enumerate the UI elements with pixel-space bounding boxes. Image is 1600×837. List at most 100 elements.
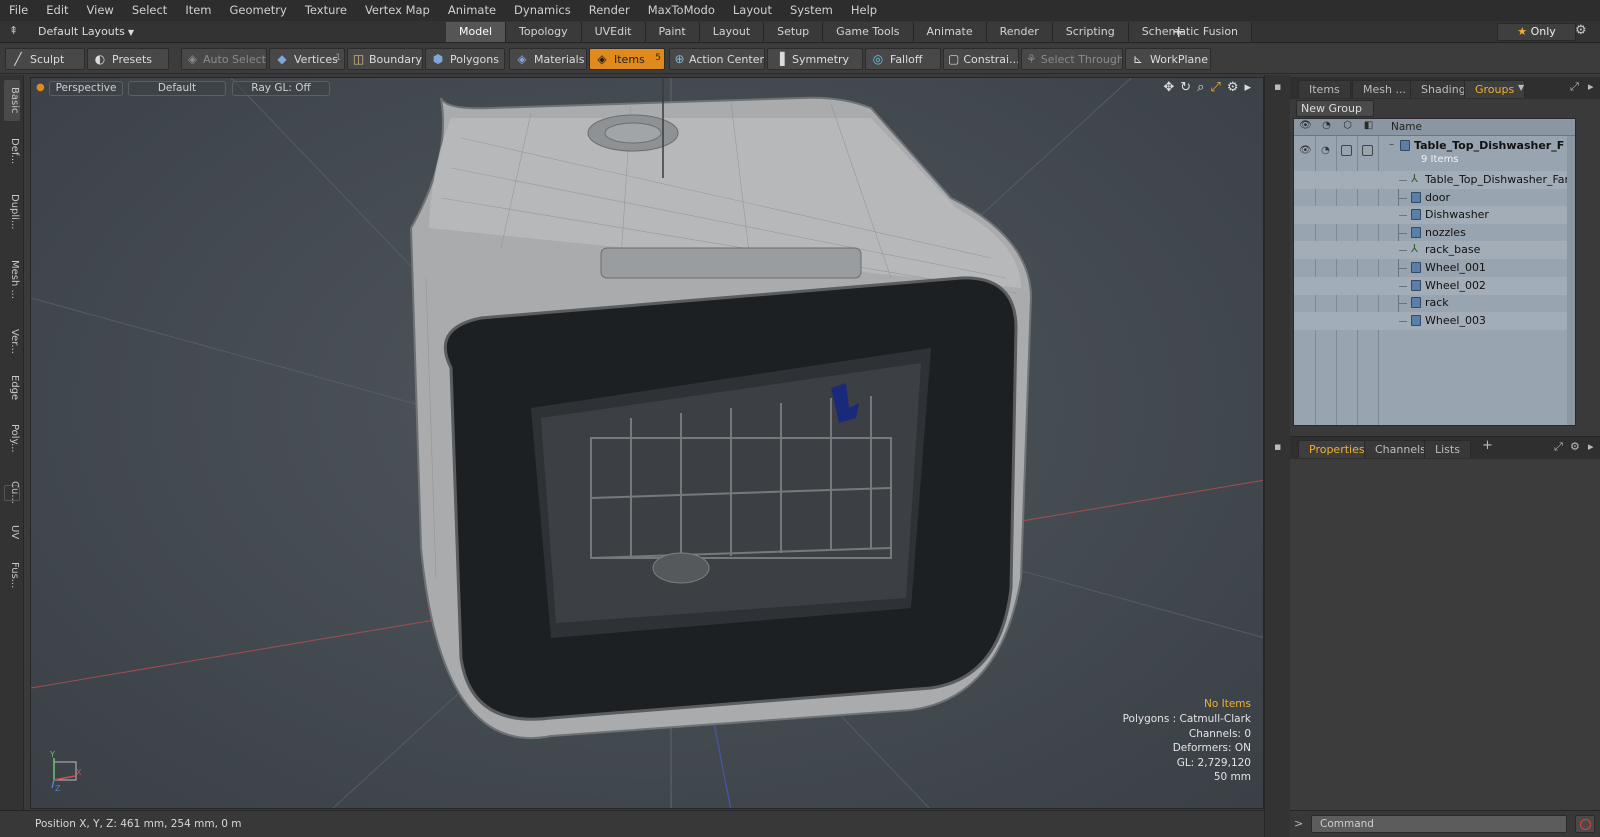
menu-file[interactable]: File — [0, 0, 37, 21]
menu-item[interactable]: Item — [176, 0, 220, 21]
gear-icon[interactable]: ⚙ — [1570, 440, 1580, 453]
left-tab-5[interactable]: Edge — [4, 371, 20, 405]
panel-tab-lists[interactable]: Lists — [1424, 440, 1471, 458]
name-column-header[interactable]: Name — [1391, 121, 1422, 133]
tree-row-rack-base[interactable]: ⅄ rack_base — [1294, 241, 1575, 260]
tree-row-dishwasher[interactable]: Dishwasher — [1294, 206, 1575, 225]
layout-selector[interactable]: Default Layouts ▼ — [30, 23, 170, 41]
menu-dynamics[interactable]: Dynamics — [505, 0, 580, 21]
menu-render[interactable]: Render — [580, 0, 639, 21]
tab-schematic-fusion[interactable]: Schematic Fusion — [1128, 22, 1253, 42]
polygons-button[interactable]: ⬢ Polygons — [425, 48, 505, 70]
viewport-menu-icon[interactable]: ● — [36, 82, 45, 93]
menu-help[interactable]: Help — [842, 0, 886, 21]
tree-row-nozzles[interactable]: nozzles — [1294, 224, 1575, 242]
zoom-view-icon[interactable]: ⌕ — [1197, 80, 1204, 95]
tab-uvedit[interactable]: UVEdit — [581, 22, 646, 42]
tab-render[interactable]: Render — [986, 22, 1053, 42]
menu-view[interactable]: View — [78, 0, 123, 21]
render-toggle-icon[interactable]: ◔ — [1320, 145, 1331, 156]
materials-button[interactable]: ◈ Materials — [509, 48, 587, 70]
lock-toggle[interactable] — [1341, 145, 1352, 156]
left-tab-9[interactable]: Fus... — [4, 551, 20, 599]
rotate-view-icon[interactable]: ↻ — [1180, 80, 1191, 95]
tab-paint[interactable]: Paint — [645, 22, 700, 42]
raygl-button[interactable]: Ray GL: Off — [232, 81, 330, 96]
menu-system[interactable]: System — [781, 0, 842, 21]
lock-column-icon[interactable]: ⬡ — [1338, 120, 1357, 134]
visibility-toggle-icon[interactable]: 👁 — [1299, 145, 1312, 156]
tree-row-wheel-003[interactable]: Wheel_003 — [1294, 311, 1575, 330]
expand-arrow-icon[interactable]: ▸ — [1588, 440, 1594, 453]
panel-tab-mesh[interactable]: Mesh ... — [1352, 80, 1417, 98]
maximize-panel-icon[interactable]: ⤢ — [1570, 80, 1579, 94]
tab-layout[interactable]: Layout — [699, 22, 765, 42]
menu-geometry[interactable]: Geometry — [221, 0, 296, 21]
left-tab-4[interactable]: Ver... — [4, 317, 20, 365]
symmetry-button[interactable]: ▐ Symmetry — [767, 48, 863, 70]
tree-row-wheel-001[interactable]: Wheel_001 — [1294, 259, 1575, 277]
panel-tab-groups[interactable]: Groups — [1464, 80, 1526, 98]
3d-viewport[interactable]: ● Perspective Default Ray GL: Off ✥ ↻ ⌕ … — [30, 77, 1264, 809]
tree-scrollbar[interactable] — [1567, 136, 1575, 425]
tab-game-tools[interactable]: Game Tools — [823, 22, 914, 42]
tree-row-table-top-dishwasher-far[interactable]: ⅄ Table_Top_Dishwasher_Far ... — [1294, 171, 1575, 189]
sculpt-button[interactable]: ╱ Sculpt — [5, 48, 85, 70]
move-view-icon[interactable]: ✥ — [1163, 80, 1174, 95]
menu-texture[interactable]: Texture — [296, 0, 356, 21]
menu-layout[interactable]: Layout — [724, 0, 781, 21]
left-tab-2[interactable]: Dupli... — [4, 181, 20, 243]
menu-maxtomodo[interactable]: MaxToModo — [639, 0, 724, 21]
visibility-column-icon[interactable]: 👁 — [1296, 120, 1315, 134]
auto-select-button[interactable]: ◈ Auto Select — [181, 48, 267, 70]
select-through-button[interactable]: ⚘ Select Through — [1021, 48, 1123, 70]
maximize-panel-icon[interactable]: ⤢ — [1554, 440, 1563, 454]
command-history-icon[interactable]: > — [1294, 817, 1303, 830]
constraints-button[interactable]: ▢ Constrai... — [943, 48, 1019, 70]
boundary-button[interactable]: ◫ Boundary — [347, 48, 423, 70]
tab-setup[interactable]: Setup — [764, 22, 824, 42]
left-tab-7[interactable]: Cu... — [4, 472, 20, 513]
add-tab-button[interactable]: + — [1172, 21, 1185, 43]
tree-row-rack[interactable]: rack — [1294, 294, 1575, 312]
presets-button[interactable]: ◐ Presets — [87, 48, 169, 70]
collapse-icon[interactable]: – — [1386, 139, 1397, 150]
view-mode-button[interactable]: Perspective — [49, 81, 123, 96]
tree-row-root[interactable]: 👁 ◔ – Table_Top_Dishwasher_F ... 9 Items — [1294, 137, 1575, 171]
falloff-button[interactable]: ◎ Falloff — [865, 48, 941, 70]
tree-row-wheel-002[interactable]: Wheel_002 — [1294, 276, 1575, 295]
tab-animate[interactable]: Animate — [913, 22, 987, 42]
tree-row-door[interactable]: door — [1294, 189, 1575, 207]
tab-topology[interactable]: Topology — [506, 22, 582, 42]
tab-scripting[interactable]: Scripting — [1052, 22, 1129, 42]
gear-icon[interactable]: ⚙ — [1227, 80, 1239, 95]
select-toggle[interactable] — [1362, 145, 1373, 156]
shading-mode-button[interactable]: Default — [128, 81, 226, 96]
menu-vertex-map[interactable]: Vertex Map — [356, 0, 439, 21]
only-button[interactable]: ★ Only — [1497, 23, 1576, 41]
menu-select[interactable]: Select — [123, 0, 176, 21]
panel-menu-icon[interactable]: ▪ — [1274, 440, 1281, 453]
menu-edit[interactable]: Edit — [37, 0, 77, 21]
layout-pin-icon[interactable]: ⇞ — [9, 24, 18, 37]
workplane-button[interactable]: ⊾ WorkPlane — [1125, 48, 1211, 70]
left-tab-6[interactable]: Poly... — [4, 411, 20, 466]
maximize-view-icon[interactable]: ⤢ — [1210, 80, 1220, 95]
tab-model[interactable]: Model — [446, 22, 507, 42]
record-macro-button[interactable] — [1575, 815, 1595, 833]
expand-arrow-icon[interactable]: ▸ — [1588, 80, 1594, 93]
chevron-down-icon[interactable]: ▼ — [1518, 83, 1524, 92]
action-center-button[interactable]: ⊕ Action Center — [669, 48, 765, 70]
gear-icon[interactable]: ⚙ — [1575, 23, 1587, 38]
left-tab-3[interactable]: Mesh ... — [4, 249, 20, 311]
panel-menu-icon[interactable]: ▪ — [1274, 80, 1281, 93]
left-tab-8[interactable]: UV — [4, 519, 20, 545]
expand-arrow-icon[interactable]: ▸ — [1244, 80, 1251, 95]
command-input[interactable] — [1311, 815, 1567, 833]
left-tab-0[interactable]: Basic — [4, 80, 20, 121]
menu-animate[interactable]: Animate — [439, 0, 505, 21]
new-group-button[interactable]: New Group — [1296, 100, 1374, 117]
vertices-button[interactable]: ◆ Vertices 1 — [269, 48, 345, 70]
select-column-icon[interactable]: ◧ — [1359, 120, 1378, 134]
add-tab-button[interactable]: + — [1482, 438, 1493, 453]
